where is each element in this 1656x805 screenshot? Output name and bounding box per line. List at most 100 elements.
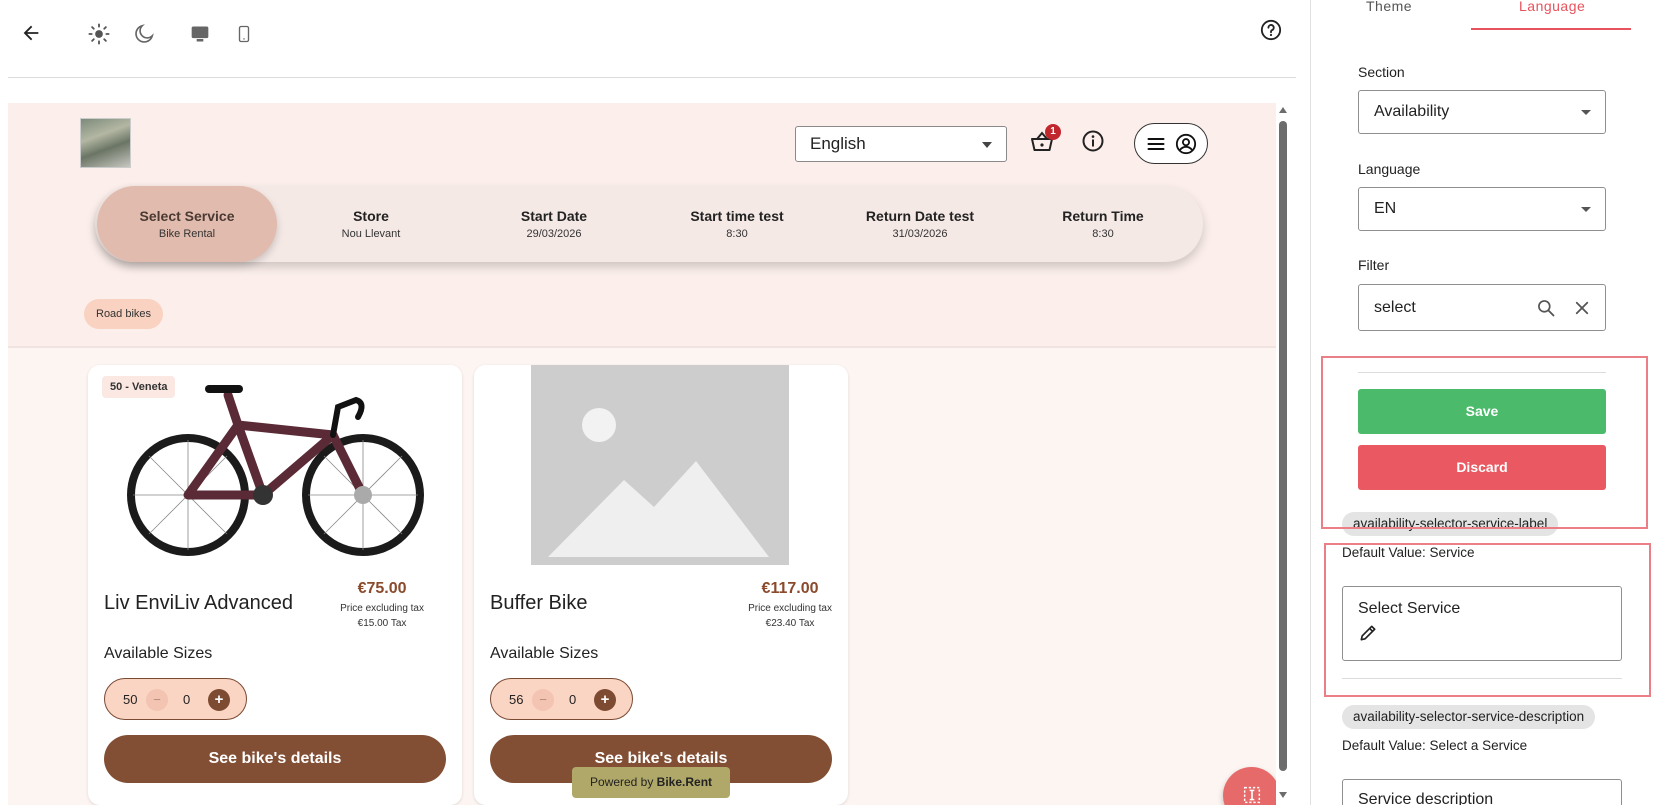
language-label: Language bbox=[1358, 161, 1421, 177]
tab-label: Language bbox=[1519, 0, 1586, 14]
price-block: €75.00 Price excluding tax €15.00 Tax bbox=[340, 580, 424, 629]
search-icon[interactable] bbox=[1536, 298, 1556, 318]
step-title: Start time test bbox=[690, 208, 784, 224]
size-value: 50 bbox=[123, 692, 138, 707]
help-icon[interactable] bbox=[1258, 17, 1284, 43]
step-title: Store bbox=[353, 208, 389, 224]
filter-label: Filter bbox=[1358, 257, 1390, 273]
toolbar-divider bbox=[8, 77, 1296, 78]
tab-language[interactable]: Language bbox=[1471, 0, 1631, 30]
translation-value-field[interactable]: Service description bbox=[1342, 779, 1622, 805]
scroll-up-arrow-icon[interactable] bbox=[1278, 106, 1288, 114]
decrement-button[interactable]: − bbox=[532, 689, 554, 711]
step-return-date[interactable]: Return Date test 31/03/2026 bbox=[830, 186, 1010, 262]
powered-by-brand: Bike.Rent bbox=[656, 775, 713, 789]
hamburger-menu-icon bbox=[1147, 138, 1165, 150]
filter-input-value: select bbox=[1374, 299, 1416, 316]
back-arrow-icon[interactable] bbox=[18, 20, 44, 46]
filter-input[interactable]: select bbox=[1358, 284, 1606, 331]
available-sizes-label: Available Sizes bbox=[490, 645, 599, 662]
cart-button[interactable]: 1 bbox=[1029, 124, 1061, 156]
chevron-down-icon bbox=[1581, 110, 1591, 115]
step-subtitle: 29/03/2026 bbox=[526, 228, 582, 240]
editor-panel: Theme Language Section Availability Lang… bbox=[1310, 0, 1656, 805]
desktop-icon[interactable] bbox=[187, 21, 213, 47]
quantity-value: 0 bbox=[569, 692, 577, 707]
price-note: Price excluding tax bbox=[340, 603, 424, 614]
increment-button[interactable]: + bbox=[208, 689, 230, 711]
highlight-box-entry bbox=[1324, 543, 1651, 697]
bike-image[interactable]: 50 - Veneta bbox=[88, 365, 462, 565]
powered-by-badge[interactable]: Powered by Bike.Rent bbox=[572, 767, 730, 798]
moon-icon[interactable] bbox=[131, 21, 157, 47]
step-start-time[interactable]: Start time test 8:30 bbox=[647, 186, 827, 262]
step-subtitle: 8:30 bbox=[1092, 228, 1114, 240]
translation-value: Service description bbox=[1358, 791, 1494, 805]
category-chip-road-bikes[interactable]: Road bikes bbox=[84, 299, 164, 329]
scroll-down-arrow-icon[interactable] bbox=[1278, 791, 1288, 799]
step-subtitle: 31/03/2026 bbox=[892, 228, 948, 240]
step-subtitle: 8:30 bbox=[726, 228, 748, 240]
tax-amount: €23.40 Tax bbox=[765, 618, 815, 629]
clear-icon[interactable] bbox=[1573, 299, 1591, 317]
quantity-stepper: 56 − 0 + bbox=[490, 678, 633, 720]
price-note: Price excluding tax bbox=[748, 603, 832, 614]
editor-toolbar bbox=[0, 0, 1310, 80]
mobile-icon[interactable] bbox=[231, 21, 257, 47]
step-store[interactable]: Store Nou Llevant bbox=[281, 186, 461, 262]
tab-label: Theme bbox=[1366, 0, 1413, 14]
quantity-stepper: 50 − 0 + bbox=[104, 678, 247, 720]
section-select-value: Availability bbox=[1374, 103, 1450, 120]
bike-name: Liv EnviLiv Advanced bbox=[104, 592, 294, 614]
step-select-service[interactable]: Select Service Bike Rental bbox=[97, 186, 277, 262]
section-select[interactable]: Availability bbox=[1358, 90, 1606, 134]
bike-card: Buffer Bike €117.00 Price excluding tax … bbox=[474, 365, 848, 805]
bike-name: Buffer Bike bbox=[490, 592, 588, 614]
language-select[interactable]: English bbox=[795, 126, 1007, 162]
powered-by-text: Powered by bbox=[589, 775, 657, 789]
default-value-text: Default Value: Select a Service bbox=[1342, 738, 1528, 753]
increment-button[interactable]: + bbox=[594, 689, 616, 711]
edit-fab-button[interactable] bbox=[1223, 767, 1280, 805]
see-details-button[interactable]: See bike's details bbox=[104, 735, 446, 783]
step-title: Select Service bbox=[139, 208, 235, 224]
site-preview: English 1 Select Service Bike Rental Sto… bbox=[8, 103, 1284, 805]
step-subtitle: Bike Rental bbox=[158, 228, 216, 240]
bike-image-placeholder[interactable] bbox=[474, 365, 848, 565]
translation-key-chip: availability-selector-service-descriptio… bbox=[1342, 705, 1596, 729]
tax-amount: €15.00 Tax bbox=[357, 618, 407, 629]
bike-price: €117.00 bbox=[761, 580, 819, 597]
tab-theme[interactable]: Theme bbox=[1311, 0, 1471, 30]
booking-stepper: Select Service Bike Rental Store Nou Lle… bbox=[95, 186, 1203, 262]
section-label: Section bbox=[1358, 64, 1405, 80]
edit-selection-icon bbox=[1243, 786, 1261, 804]
size-badge: 50 - Veneta bbox=[102, 376, 176, 398]
step-title: Start Date bbox=[520, 208, 588, 224]
size-value: 56 bbox=[509, 692, 524, 707]
store-logo-image[interactable] bbox=[80, 118, 131, 168]
available-sizes-label: Available Sizes bbox=[104, 645, 213, 662]
bike-price: €75.00 bbox=[357, 580, 407, 597]
language-select-value: EN bbox=[1374, 200, 1397, 217]
step-title: Return Date test bbox=[865, 208, 975, 224]
step-title: Return Time bbox=[1062, 208, 1144, 224]
language-select[interactable]: EN bbox=[1358, 187, 1606, 231]
info-icon[interactable] bbox=[1081, 129, 1107, 155]
step-return-time[interactable]: Return Time 8:30 bbox=[1013, 186, 1193, 262]
cart-count-badge: 1 bbox=[1045, 124, 1061, 140]
chevron-down-icon bbox=[982, 142, 992, 148]
price-block: €117.00 Price excluding tax €23.40 Tax bbox=[748, 580, 832, 629]
language-select-value: English bbox=[810, 134, 866, 153]
user-account-icon bbox=[1175, 133, 1197, 155]
preview-scrollbar[interactable] bbox=[1276, 103, 1290, 805]
step-subtitle: Nou Llevant bbox=[341, 228, 401, 240]
sun-icon[interactable] bbox=[86, 21, 112, 47]
header-divider bbox=[8, 346, 1284, 348]
scrollbar-thumb[interactable] bbox=[1279, 121, 1287, 771]
account-menu-button[interactable] bbox=[1134, 123, 1208, 164]
step-start-date[interactable]: Start Date 29/03/2026 bbox=[464, 186, 644, 262]
decrement-button[interactable]: − bbox=[146, 689, 168, 711]
active-tab-indicator bbox=[1471, 28, 1631, 30]
chevron-down-icon bbox=[1581, 207, 1591, 212]
highlight-box-actions bbox=[1321, 356, 1648, 529]
